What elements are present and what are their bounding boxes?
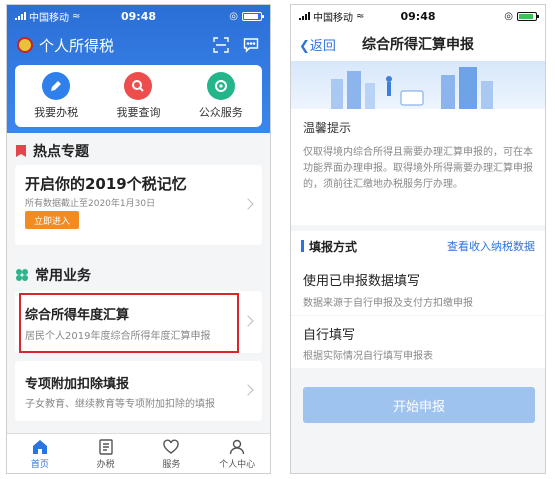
nav-bar: ❮返回 综合所得汇算申报 — [291, 27, 545, 61]
app-title: 个人所得税 — [39, 36, 115, 55]
quick-public-service-button[interactable]: 公众服务 — [199, 72, 243, 120]
quick-actions: 我要办税 我要查询 公众服务 — [15, 65, 262, 127]
quick-label: 公众服务 — [198, 106, 243, 119]
bookmark-icon — [16, 145, 26, 157]
option-self-fill[interactable]: 自行填写 根据实际情况自行填写申报表 — [291, 316, 545, 368]
carrier-label: 中国移动 — [313, 12, 353, 24]
notice-body: 仅取得境内综合所得且需要办理汇算申报的，可在本功能界面办理申报。取得境外所得需要… — [303, 147, 533, 190]
tax-emblem-icon — [17, 37, 33, 53]
chevron-right-icon — [242, 315, 254, 327]
wifi-icon: ≈ — [72, 10, 81, 22]
business-item-subtitle: 子女教育、继续教育等专项附加扣除的填报 — [25, 399, 215, 410]
status-bar: 中国移动 ≈ 09:48 ◎ — [7, 5, 270, 27]
signal-icon — [15, 12, 26, 20]
phone-home-screen: 中国移动 ≈ 09:48 ◎ 个人所得税 我要办税 我要查询 公众服务 热点专题… — [6, 4, 271, 474]
back-button[interactable]: ❮返回 — [299, 35, 336, 54]
filing-method-title: 填报方式 — [309, 239, 358, 254]
user-icon — [229, 439, 245, 454]
common-business-heading: 常用业务 — [15, 265, 91, 285]
battery-icon — [242, 11, 264, 21]
wifi-icon: ≈ — [356, 10, 365, 22]
location-icon: ◎ — [504, 10, 513, 22]
highlight-box — [19, 293, 239, 353]
enter-now-button[interactable]: 立即进入 — [25, 211, 79, 229]
quick-label: 我要办税 — [34, 106, 79, 119]
quick-tax-filing-button[interactable]: 我要办税 — [34, 72, 78, 120]
tab-home[interactable]: 首页 — [15, 438, 65, 470]
option-title: 自行填写 — [303, 328, 356, 343]
scan-icon[interactable] — [212, 36, 230, 54]
clover-icon — [16, 269, 28, 281]
promo-subtitle: 所有数据截止至2020年1月30日 — [25, 199, 156, 209]
start-filing-button[interactable]: 开始申报 — [303, 387, 535, 423]
status-bar: 中国移动 ≈ 09:48 ◎ — [291, 5, 545, 27]
signal-icon — [299, 12, 310, 20]
promo-card[interactable]: 开启你的2019个税记忆 所有数据截止至2020年1月30日 立即进入 — [15, 165, 262, 245]
message-icon[interactable] — [242, 36, 260, 54]
phone-settlement-screen: 中国移动 ≈ 09:48 ◎ ❮返回 综合所得汇算申报 温馨提示 仅取得境内综合 — [290, 4, 546, 474]
option-subtitle: 数据来源于自行申报及支付方扣缴申报 — [303, 298, 473, 309]
filing-method-header: 填报方式 查看收入纳税数据 — [291, 231, 545, 261]
pen-icon — [42, 72, 71, 100]
service-icon — [206, 72, 235, 100]
battery-icon — [517, 11, 539, 21]
option-title: 使用已申报数据填写 — [303, 274, 421, 289]
heart-hand-icon — [163, 439, 180, 454]
tab-profile[interactable]: 个人中心 — [212, 438, 262, 470]
bottom-tab-bar: 首页 办税 服务 个人中心 — [7, 433, 270, 473]
search-icon — [124, 72, 153, 100]
special-deduction-item[interactable]: 专项附加扣除填报 子女教育、继续教育等专项附加扣除的填报 — [15, 361, 262, 421]
option-subtitle: 根据实际情况自行填写申报表 — [303, 351, 433, 362]
notice-panel: 温馨提示 仅取得境内综合所得且需要办理汇算申报的，可在本功能界面办理申报。取得境… — [291, 109, 545, 225]
option-use-declared-data[interactable]: 使用已申报数据填写 数据来源于自行申报及支付方扣缴申报 — [291, 261, 545, 315]
chevron-left-icon: ❮ — [299, 38, 310, 54]
document-icon — [98, 438, 113, 455]
tab-service[interactable]: 服务 — [146, 438, 196, 470]
quick-query-button[interactable]: 我要查询 — [116, 72, 160, 120]
promo-title: 开启你的2019个税记忆 — [25, 175, 187, 193]
view-income-tax-data-link[interactable]: 查看收入纳税数据 — [447, 238, 535, 254]
hot-topics-heading: 热点专题 — [15, 141, 89, 161]
chevron-right-icon — [242, 384, 254, 396]
home-icon — [32, 439, 47, 454]
section-marker — [301, 240, 304, 252]
chevron-right-icon — [242, 198, 254, 210]
banner-illustration — [291, 61, 545, 109]
location-icon: ◎ — [229, 10, 238, 22]
notice-title: 温馨提示 — [303, 121, 352, 135]
quick-label: 我要查询 — [116, 106, 161, 119]
business-item-title: 专项附加扣除填报 — [25, 377, 130, 392]
tab-tax[interactable]: 办税 — [81, 438, 131, 470]
carrier-label: 中国移动 — [29, 12, 69, 24]
